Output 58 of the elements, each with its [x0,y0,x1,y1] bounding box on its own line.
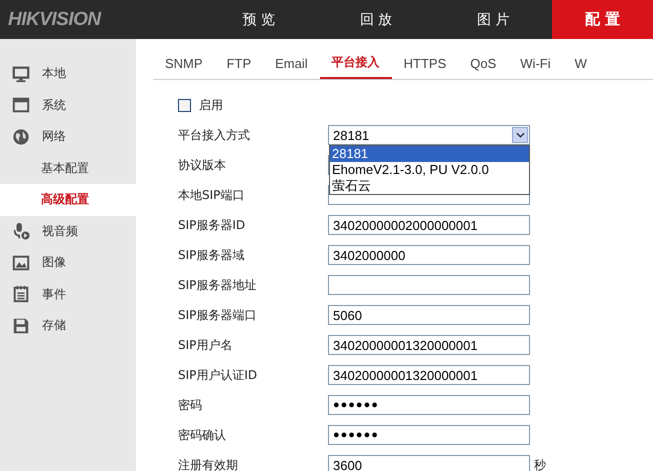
sidebar-item[interactable]: 视音频 [0,216,136,247]
globe-icon [12,128,30,146]
field-label: 密码 [178,396,203,414]
tab[interactable]: HTTPS [392,56,458,79]
input-field[interactable]: ●●●●●● [328,395,530,415]
nav-tab[interactable]: 配 置 [552,0,653,39]
dropdown-option[interactable]: 萤石云 [330,178,529,194]
sidebar-item[interactable]: 本地 [0,58,136,90]
field-label: SIP服务器ID [178,216,246,234]
nav-tab[interactable]: 预 览 [200,0,318,39]
tab[interactable]: SNMP [153,56,215,79]
sidebar-item[interactable]: 网络 [0,121,136,152]
unit-label: 秒 [534,456,546,471]
floppy-icon [12,316,30,335]
nav-tab[interactable]: 图 片 [434,0,552,39]
chevron-down-icon [516,132,524,138]
tab[interactable]: FTP [214,56,264,79]
sidebar-subitem[interactable]: 高级配置 [0,184,136,216]
field-label: 本地SIP端口 [178,186,246,204]
input-field[interactable] [328,275,530,295]
field-label: 协议版本 [178,156,227,174]
field-label: SIP服务器域 [178,246,246,264]
tab[interactable]: W [562,56,599,79]
tab[interactable]: Email [263,56,320,79]
tab[interactable]: 平台接入 [320,54,392,79]
checkbox-label: 启用 [199,96,223,114]
monitor-icon [12,64,30,83]
field-label: 平台接入方式 [178,126,251,144]
logo: HIKVISION [7,8,102,30]
field-label: SIP用户认证ID [178,366,258,384]
microphone-icon [12,222,30,240]
field-label: SIP服务器端口 [178,306,258,324]
sidebar-subitem[interactable]: 基本配置 [0,152,136,184]
dropdown-option[interactable]: EhomeV2.1-3.0, PU V2.0.0 [330,162,529,178]
input-field[interactable]: 5060 [328,305,530,325]
input-field[interactable]: 3402000000 [328,245,530,265]
checkbox[interactable] [178,98,191,112]
input-field[interactable]: 3600 [328,455,530,471]
input-field[interactable]: ●●●●●● [328,425,530,445]
sidebar-item[interactable]: 事件 [0,278,136,310]
tab[interactable]: QoS [458,56,508,79]
field-label: 密码确认 [178,426,227,444]
sidebar-item[interactable]: 存储 [0,310,136,342]
nav-tab[interactable]: 回 放 [317,0,435,39]
tab[interactable]: Wi-Fi [508,56,563,79]
dropdown[interactable]: 28181 [328,125,530,145]
field-label: SIP服务器地址 [178,276,258,294]
window-icon [12,96,30,114]
image-icon [12,254,30,272]
sidebar-item[interactable]: 图像 [0,247,136,278]
clipboard-icon [12,285,30,304]
field-label: 注册有效期 [178,456,239,471]
input-field[interactable]: 34020000001320000001 [328,365,530,385]
sidebar-item[interactable]: 系统 [0,90,136,121]
dropdown-option[interactable]: 28181 [330,146,529,162]
input-field[interactable]: 34020000002000000001 [328,215,530,235]
input-field[interactable]: 34020000001320000001 [328,335,530,355]
field-label: SIP用户名 [178,336,234,354]
